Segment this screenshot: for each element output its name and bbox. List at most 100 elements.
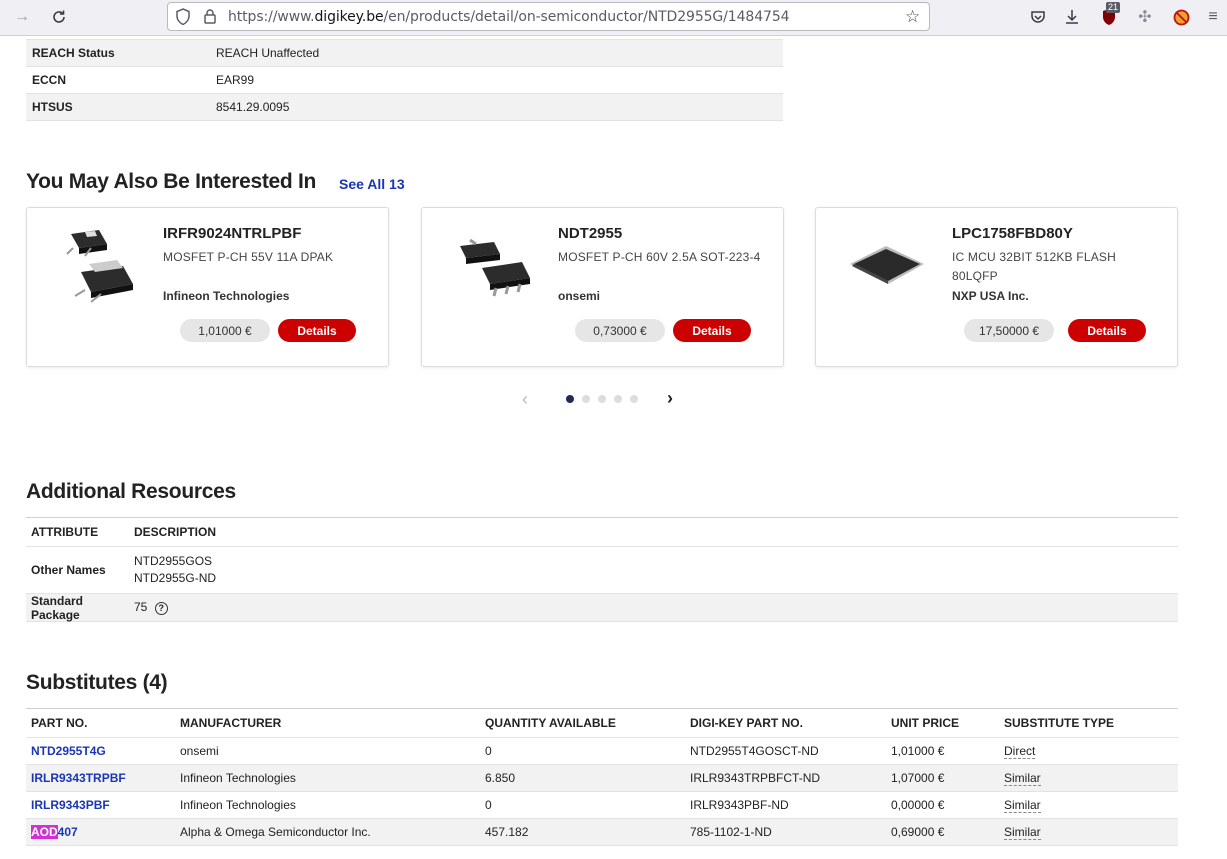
part-number-link[interactable]: IRLR9343PBF (26, 798, 180, 812)
blocker-icon[interactable] (1171, 7, 1191, 27)
manufacturer: onsemi (180, 744, 219, 758)
quantity: 0 (485, 798, 492, 812)
substitutes-heading: Substitutes (4) (26, 671, 168, 694)
unit-price: 1,01000 € (891, 744, 945, 758)
carousel-prev-icon[interactable]: ‹ (522, 389, 528, 410)
product-description: IC MCU 32BIT 512KB FLASH 80LQFP (952, 250, 1116, 283)
product-card[interactable]: NDT2955 MOSFET P-CH 60V 2.5A SOT-223-4 o… (421, 207, 784, 367)
shield-icon[interactable] (175, 8, 191, 29)
column-header: ATTRIBUTE (31, 525, 99, 539)
product-image[interactable] (446, 224, 536, 304)
details-button[interactable]: Details (278, 319, 356, 342)
digikey-part-number: 785-1102-1-ND (690, 825, 772, 839)
see-all-link[interactable]: See All 13 (339, 176, 405, 192)
part-number[interactable]: 407 (58, 825, 78, 839)
carousel-dot[interactable] (566, 395, 574, 403)
part-number[interactable]: NTD2955T4G (31, 744, 106, 758)
table-header-row: PART NO. MANUFACTURER QUANTITY AVAILABLE… (26, 709, 1178, 738)
product-image[interactable] (51, 224, 141, 304)
product-manufacturer: NXP USA Inc. (952, 289, 1029, 303)
quantity: 457.182 (485, 825, 529, 839)
digikey-part-number: IRLR9343TRPBFCT-ND (690, 771, 821, 785)
resources-heading: Additional Resources (26, 480, 236, 503)
table-header-row: ATTRIBUTE DESCRIPTION (26, 518, 1178, 547)
browser-toolbar: → https://www.digikey.be/en/products/det… (0, 0, 1227, 36)
help-icon[interactable]: ? (154, 601, 168, 615)
part-number-link[interactable]: NTD2955T4G (26, 744, 180, 758)
table-row: AOD407 Alpha & Omega Semiconductor Inc. … (26, 819, 1178, 846)
menu-icon[interactable]: ≡ (1203, 7, 1223, 27)
manufacturer: Infineon Technologies (180, 771, 296, 785)
bookmark-star-icon[interactable]: ☆ (905, 7, 920, 27)
part-number-link[interactable]: AOD407 (26, 825, 180, 839)
product-description: MOSFET P-CH 55V 11A DPAK (163, 250, 334, 264)
price-pill: 0,73000 € (575, 319, 665, 342)
lock-icon[interactable] (204, 9, 216, 27)
price-pill: 1,01000 € (180, 319, 270, 342)
table-row: IRLR9343TRPBF Infineon Technologies 6.85… (26, 765, 1178, 792)
product-image[interactable] (840, 224, 930, 304)
carousel-dot[interactable] (630, 395, 638, 403)
substitute-type[interactable]: Similar (1004, 798, 1041, 813)
spec-table: REACH Status REACH Unaffected ECCN EAR99… (26, 39, 783, 121)
table-row: NTD2955T4G onsemi 0 NTD2955T4GOSCT-ND 1,… (26, 738, 1178, 765)
url-bar[interactable]: https://www.digikey.be/en/products/detai… (167, 2, 930, 31)
standard-package-value: 75 ? (134, 600, 168, 615)
quantity: 6.850 (485, 771, 516, 785)
unit-price: 0,69000 € (891, 825, 945, 839)
product-title[interactable]: LPC1758FBD80Y (952, 225, 1073, 242)
table-row: Standard Package 75 ? (26, 594, 1178, 622)
search-highlight[interactable]: AOD (31, 825, 58, 839)
table-row: IRLR9343PBF Infineon Technologies 0 IRLR… (26, 792, 1178, 819)
product-manufacturer: onsemi (558, 289, 601, 303)
part-number[interactable]: IRLR9343TRPBF (31, 771, 126, 785)
part-number-link[interactable]: IRLR9343TRPBF (26, 771, 180, 785)
resources-table: ATTRIBUTE DESCRIPTION Other Names NTD295… (26, 517, 1178, 622)
standard-package-number: 75 (134, 600, 148, 615)
digikey-part-number: IRLR9343PBF-ND (690, 798, 789, 812)
carousel-next-icon[interactable]: › (667, 388, 673, 409)
pocket-icon[interactable] (1028, 7, 1048, 27)
column-header: PART NO. (31, 716, 88, 730)
standard-package-label: Standard Package (31, 593, 84, 622)
part-number[interactable]: IRLR9343PBF (31, 798, 110, 812)
carousel-dot[interactable] (598, 395, 606, 403)
column-header: DESCRIPTION (134, 525, 217, 539)
spec-key: ECCN (32, 73, 67, 87)
download-icon[interactable] (1062, 7, 1082, 27)
forward-icon[interactable]: → (12, 7, 32, 27)
product-card[interactable]: LPC1758FBD80Y IC MCU 32BIT 512KB FLASH 8… (815, 207, 1178, 367)
product-title[interactable]: NDT2955 (558, 225, 622, 242)
substitute-type[interactable]: Direct (1004, 744, 1036, 759)
details-button[interactable]: Details (1068, 319, 1146, 342)
column-header: QUANTITY AVAILABLE (485, 716, 616, 730)
column-header: DIGI-KEY PART NO. (690, 716, 803, 730)
spec-key: REACH Status (32, 46, 115, 60)
substitute-type[interactable]: Similar (1004, 825, 1041, 840)
carousel-dot[interactable] (614, 395, 622, 403)
substitutes-table: PART NO. MANUFACTURER QUANTITY AVAILABLE… (26, 708, 1178, 846)
spec-value: 8541.29.0095 (216, 100, 290, 114)
spec-row: HTSUS 8541.29.0095 (26, 94, 783, 121)
spec-value: EAR99 (216, 73, 255, 87)
manufacturer: Alpha & Omega Semiconductor Inc. (180, 825, 371, 839)
recommend-heading: You May Also Be Interested In (26, 170, 317, 193)
carousel-dot[interactable] (582, 395, 590, 403)
substitute-type[interactable]: Similar (1004, 771, 1041, 786)
product-manufacturer: Infineon Technologies (163, 289, 290, 303)
extension-puzzle-icon[interactable]: ✣ (1135, 7, 1155, 27)
spec-key: HTSUS (32, 100, 73, 114)
other-names-label: Other Names (31, 563, 106, 577)
extension-badge: 21 (1106, 2, 1121, 13)
product-title[interactable]: IRFR9024NTRLPBF (163, 225, 301, 242)
details-button[interactable]: Details (673, 319, 751, 342)
column-header: MANUFACTURER (180, 716, 282, 730)
spec-row: REACH Status REACH Unaffected (26, 40, 783, 67)
manufacturer: Infineon Technologies (180, 798, 296, 812)
url-text[interactable]: https://www.digikey.be/en/products/detai… (228, 9, 790, 25)
product-card[interactable]: IRFR9024NTRLPBF MOSFET P-CH 55V 11A DPAK… (26, 207, 389, 367)
spec-row: ECCN EAR99 (26, 67, 783, 94)
column-header: SUBSTITUTE TYPE (1004, 716, 1115, 730)
reload-icon[interactable] (49, 7, 69, 27)
other-name: NTD2955GOS (134, 554, 213, 568)
